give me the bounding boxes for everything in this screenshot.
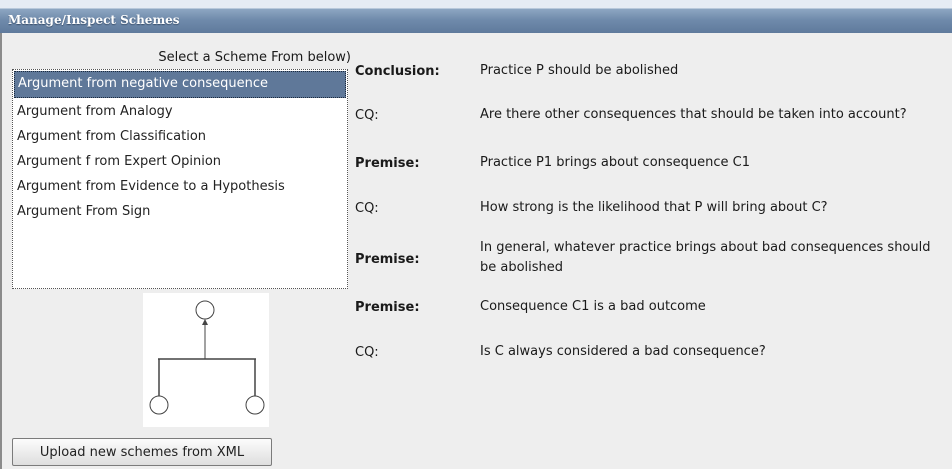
detail-label: Conclusion:	[355, 64, 440, 79]
scheme-list-item[interactable]: Argument from Evidence to a Hypothesis	[13, 174, 347, 199]
scheme-list-item[interactable]: Argument f rom Expert Opinion	[13, 149, 347, 174]
scheme-list-item[interactable]: Argument From Sign	[13, 199, 347, 224]
detail-label: Premise:	[355, 252, 420, 267]
detail-text: Is C always considered a bad consequence…	[480, 344, 766, 359]
detail-text: How strong is the likelihood that P will…	[480, 200, 828, 215]
upload-schemes-button[interactable]: Upload new schemes from XML	[12, 438, 272, 466]
window-left-border	[0, 33, 2, 469]
detail-label: Premise:	[355, 156, 420, 171]
detail-text: In general, whatever practice brings abo…	[480, 240, 931, 275]
detail-text: Practice P1 brings about consequence C1	[480, 155, 751, 170]
scheme-list-item[interactable]: Argument from negative consequence	[14, 71, 346, 98]
detail-text: Consequence C1 is a bad outcome	[480, 299, 706, 314]
title-bar: Manage/Inspect Schemes	[0, 0, 952, 33]
support-arrowhead	[202, 319, 208, 325]
detail-label: Premise:	[355, 300, 420, 315]
conclusion-node	[195, 300, 215, 320]
scheme-list-label: Select a Scheme From below)	[158, 50, 351, 65]
scheme-diagram	[143, 293, 269, 427]
detail-text: Practice P should be abolished	[480, 63, 679, 78]
detail-label: CQ:	[355, 108, 379, 123]
window-title: Manage/Inspect Schemes	[8, 13, 180, 27]
scheme-list-item[interactable]: Argument from Analogy	[13, 99, 347, 124]
right-premise-node	[245, 395, 265, 415]
detail-label: CQ:	[355, 345, 379, 360]
scheme-list[interactable]: Argument from negative consequence Argum…	[12, 69, 348, 289]
scheme-diagram-graphic	[149, 300, 265, 415]
scheme-list-item[interactable]: Argument from Classification	[13, 124, 347, 149]
detail-text: Are there other consequences that should…	[480, 107, 907, 122]
detail-label: CQ:	[355, 201, 379, 216]
left-premise-node	[149, 395, 169, 415]
